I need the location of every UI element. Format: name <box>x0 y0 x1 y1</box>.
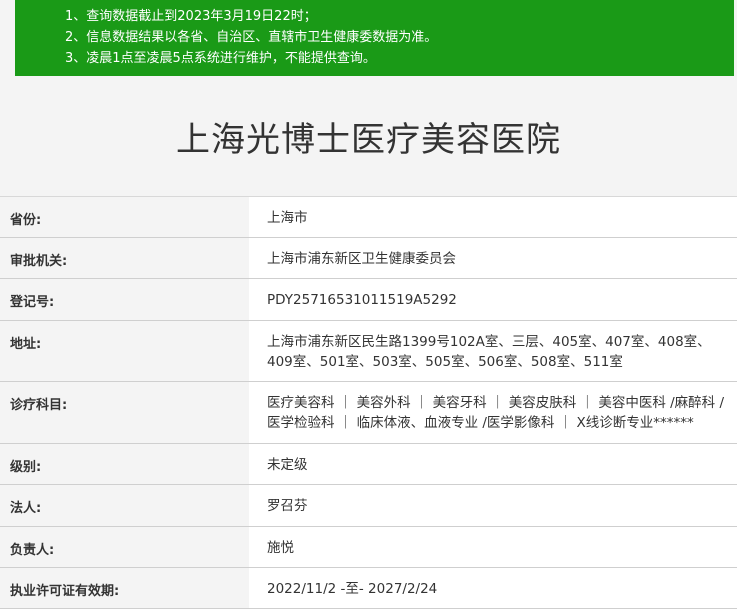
row-value: PDY25716531011519A5292 <box>233 279 737 320</box>
row-value: 上海市浦东新区卫生健康委员会 <box>233 238 737 278</box>
table-row-departments: 诊疗科目: 医疗美容科 ｜ 美容外科 ｜ 美容牙科 ｜ 美容皮肤科 ｜ 美容中医… <box>0 382 737 444</box>
notice-line-3: 3、凌晨1点至凌晨5点系统进行维护，不能提供查询。 <box>65 51 376 66</box>
row-value: 上海市浦东新区民生路1399号102A室、三层、405室、407室、408室、4… <box>233 321 737 381</box>
table-row-authority: 审批机关: 上海市浦东新区卫生健康委员会 <box>0 238 737 279</box>
row-value: 医疗美容科 ｜ 美容外科 ｜ 美容牙科 ｜ 美容皮肤科 ｜ 美容中医科 /麻醉科… <box>233 382 737 443</box>
table-row-address: 地址: 上海市浦东新区民生路1399号102A室、三层、405室、407室、40… <box>0 321 737 382</box>
table-row-level: 级别: 未定级 <box>0 444 737 485</box>
notice-line-1: 1、查询数据截止到2023年3月19日22时； <box>65 9 317 24</box>
page-title: 上海光博士医疗美容医院 <box>176 120 561 160</box>
row-value: 施悦 <box>233 527 737 567</box>
table-row-legal-person: 法人: 罗召芬 <box>0 485 737 527</box>
row-label: 省份: <box>0 197 233 237</box>
table-row-license-validity: 执业许可证有效期: 2022/11/2 -至- 2027/2/24 <box>0 568 737 609</box>
row-label: 登记号: <box>0 279 233 320</box>
row-value: 上海市 <box>233 197 737 237</box>
row-label: 法人: <box>0 485 233 526</box>
row-value: 2022/11/2 -至- 2027/2/24 <box>233 568 737 608</box>
table-row-province: 省份: 上海市 <box>0 197 737 238</box>
row-label: 诊疗科目: <box>0 382 233 443</box>
info-table: 省份: 上海市 审批机关: 上海市浦东新区卫生健康委员会 登记号: PDY257… <box>0 196 737 609</box>
table-row-registration-number: 登记号: PDY25716531011519A5292 <box>0 279 737 321</box>
notice-line-2: 2、信息数据结果以各省、自治区、直辖市卫生健康委数据为准。 <box>65 30 438 45</box>
row-label: 审批机关: <box>0 238 233 278</box>
row-label: 负责人: <box>0 527 233 567</box>
row-label: 地址: <box>0 321 233 381</box>
notice-banner: 1、查询数据截止到2023年3月19日22时； 2、信息数据结果以各省、自治区、… <box>15 0 734 76</box>
row-label: 执业许可证有效期: <box>0 568 233 608</box>
table-row-person-in-charge: 负责人: 施悦 <box>0 527 737 568</box>
row-value: 罗召芬 <box>233 485 737 526</box>
row-label: 级别: <box>0 444 233 484</box>
row-value: 未定级 <box>233 444 737 484</box>
